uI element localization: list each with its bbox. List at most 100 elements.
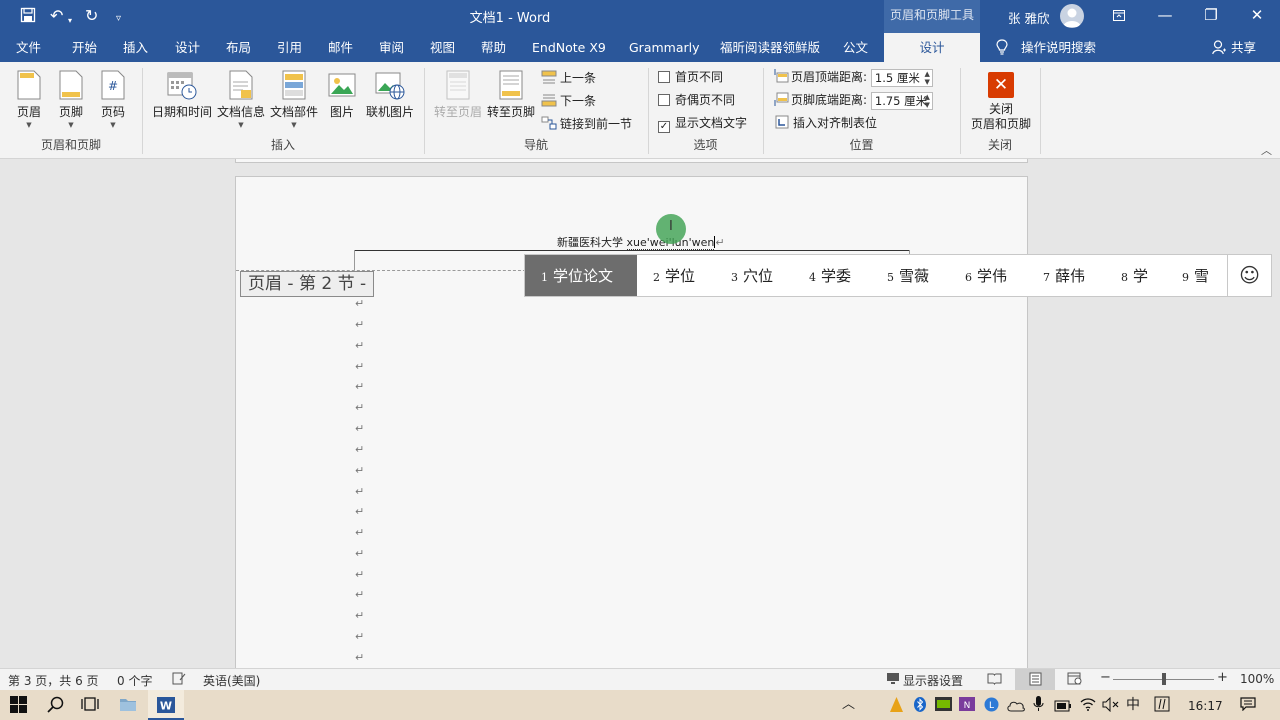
- task-view-icon[interactable]: [81, 696, 99, 716]
- redo-icon[interactable]: ↻: [85, 7, 98, 25]
- document-info-button[interactable]: 文档信息 ▼: [215, 70, 267, 129]
- user-name[interactable]: 张 雅欣: [1008, 8, 1049, 27]
- emoji-icon[interactable]: ☺: [1228, 255, 1271, 296]
- tab-view[interactable]: 视图: [430, 33, 455, 62]
- page-number-button[interactable]: # 页码 ▼: [94, 70, 132, 129]
- clock[interactable]: 16:17: [1188, 697, 1223, 715]
- customize-qat-icon[interactable]: ▿: [116, 10, 121, 28]
- onenote-tray-icon[interactable]: N: [959, 697, 975, 715]
- display-settings[interactable]: 显示器设置: [903, 672, 963, 689]
- wifi-icon[interactable]: [1080, 697, 1096, 715]
- notification-icon[interactable]: [1240, 697, 1256, 715]
- restore-button[interactable]: ❐: [1188, 0, 1234, 31]
- battery-icon[interactable]: [1054, 698, 1072, 716]
- zoom-slider-thumb[interactable]: [1162, 673, 1166, 685]
- word-taskbar-button[interactable]: W: [148, 690, 184, 720]
- ime-candidate-1[interactable]: 1 学位论文: [525, 255, 637, 296]
- share-icon[interactable]: [1212, 40, 1226, 58]
- spinner-arrows-icon[interactable]: ▲ ▼: [924, 93, 929, 109]
- volume-muted-icon[interactable]: [1102, 696, 1119, 716]
- tab-file[interactable]: 文件: [16, 33, 41, 62]
- tab-home[interactable]: 开始: [72, 33, 97, 62]
- ime-candidate-6[interactable]: 6 学伟: [965, 255, 1007, 296]
- ime-candidate-4[interactable]: 4 学委: [809, 255, 851, 296]
- insert-alignment-tab-button[interactable]: 插入对齐制表位: [775, 113, 877, 133]
- ime-candidate-8[interactable]: 8学: [1121, 255, 1148, 296]
- tab-references[interactable]: 引用: [277, 33, 302, 62]
- proofing-icon[interactable]: [172, 672, 186, 688]
- goto-header-button[interactable]: 转至页眉: [433, 70, 483, 120]
- checkbox-show-document-text[interactable]: ✓: [658, 121, 670, 133]
- close-window-button[interactable]: ✕: [1234, 0, 1280, 31]
- ime-candidate-3[interactable]: 3 穴位: [731, 255, 773, 296]
- microphone-icon[interactable]: [1033, 696, 1044, 716]
- tab-help[interactable]: 帮助: [481, 33, 506, 62]
- ime-candidate-5[interactable]: 5 雪薇: [887, 255, 929, 296]
- print-layout-icon[interactable]: [1015, 669, 1055, 690]
- ime-candidate-7[interactable]: 7 薛伟: [1043, 255, 1085, 296]
- quick-parts-button[interactable]: 文档部件 ▼: [268, 70, 320, 129]
- footer-bottom-spinner[interactable]: 1.75 厘米 ▲ ▼: [870, 91, 933, 110]
- header-top-spinner[interactable]: 1.5 厘米 ▲ ▼: [870, 68, 933, 87]
- zoom-in-button[interactable]: +: [1217, 670, 1228, 685]
- file-explorer-icon[interactable]: [119, 696, 137, 716]
- read-mode-icon[interactable]: [987, 672, 1002, 688]
- tab-header-footer-design[interactable]: 设计: [884, 33, 980, 62]
- spinner-arrows-icon[interactable]: ▲ ▼: [924, 70, 929, 86]
- header-button[interactable]: 页眉 ▼: [10, 70, 48, 129]
- different-first-page-checkbox[interactable]: 首页不同: [658, 67, 723, 87]
- date-time-button[interactable]: 日期和时间: [151, 70, 213, 120]
- update-tray-icon[interactable]: L: [984, 697, 999, 716]
- tab-foxit[interactable]: 福昕阅读器领鲜版: [720, 33, 820, 62]
- next-button[interactable]: 下一条: [541, 91, 596, 111]
- tray-app-icon[interactable]: [890, 697, 903, 716]
- tab-layout[interactable]: 布局: [226, 33, 251, 62]
- search-icon[interactable]: [47, 696, 64, 717]
- checkbox-odd-even[interactable]: [658, 94, 670, 106]
- language[interactable]: 英语(美国): [203, 672, 260, 689]
- tab-design[interactable]: 设计: [175, 33, 200, 62]
- ime-settings-icon[interactable]: [1154, 696, 1170, 716]
- goto-footer-button[interactable]: 转至页脚: [485, 70, 537, 120]
- checkbox-first-page[interactable]: [658, 71, 670, 83]
- nvidia-icon[interactable]: [935, 697, 952, 715]
- show-hidden-icons[interactable]: ︿: [842, 696, 855, 714]
- previous-button[interactable]: 上一条: [541, 68, 596, 88]
- different-odd-even-checkbox[interactable]: 奇偶页不同: [658, 90, 735, 110]
- share-button[interactable]: 共享: [1231, 33, 1256, 62]
- web-layout-icon[interactable]: [1067, 672, 1082, 688]
- zoom-level[interactable]: 100%: [1240, 672, 1274, 686]
- page-count[interactable]: 第 3 页，共 6 页: [8, 672, 99, 689]
- footer-button[interactable]: 页脚 ▼: [52, 70, 90, 129]
- undo-icon[interactable]: ↶: [50, 7, 63, 25]
- tab-insert[interactable]: 插入: [123, 33, 148, 62]
- tell-me-search[interactable]: 操作说明搜索: [1021, 33, 1096, 62]
- collapse-ribbon-icon[interactable]: ︿: [1261, 142, 1272, 158]
- onedrive-icon[interactable]: [1007, 698, 1025, 716]
- candidate-text: 学位论文: [553, 267, 614, 285]
- show-document-text-checkbox[interactable]: ✓ 显示文档文字: [658, 113, 747, 133]
- ime-mode-indicator[interactable]: 中: [1126, 696, 1140, 714]
- header-paragraph[interactable]: 新疆医科大学 xue'wei'lun'wen↵: [557, 234, 725, 250]
- tab-grammarly[interactable]: Grammarly: [629, 33, 700, 62]
- link-previous-button[interactable]: 链接到前一节: [541, 114, 632, 134]
- tab-mailings[interactable]: 邮件: [328, 33, 353, 62]
- undo-dropdown-icon[interactable]: ▾: [68, 12, 72, 30]
- display-settings-icon[interactable]: [886, 672, 900, 688]
- ribbon-display-options-icon[interactable]: [1096, 0, 1142, 31]
- ime-candidate-9[interactable]: 9雪: [1182, 255, 1209, 296]
- zoom-out-button[interactable]: −: [1100, 670, 1111, 685]
- windows-start-icon[interactable]: [10, 696, 27, 717]
- tab-review[interactable]: 审阅: [379, 33, 404, 62]
- tab-endnote[interactable]: EndNote X9: [532, 33, 606, 62]
- ime-candidate-2[interactable]: 2 学位: [653, 255, 695, 296]
- tab-official-doc[interactable]: 公文: [843, 33, 868, 62]
- avatar[interactable]: [1060, 4, 1084, 28]
- close-header-footer-button[interactable]: ✕ 关闭 页眉和页脚: [965, 72, 1037, 132]
- picture-button[interactable]: 图片: [323, 70, 361, 120]
- word-count[interactable]: 0 个字: [117, 672, 152, 689]
- bluetooth-icon[interactable]: [914, 697, 926, 716]
- online-pictures-button[interactable]: 联机图片: [363, 70, 417, 120]
- minimize-button[interactable]: —: [1142, 0, 1188, 31]
- save-icon[interactable]: [20, 7, 36, 27]
